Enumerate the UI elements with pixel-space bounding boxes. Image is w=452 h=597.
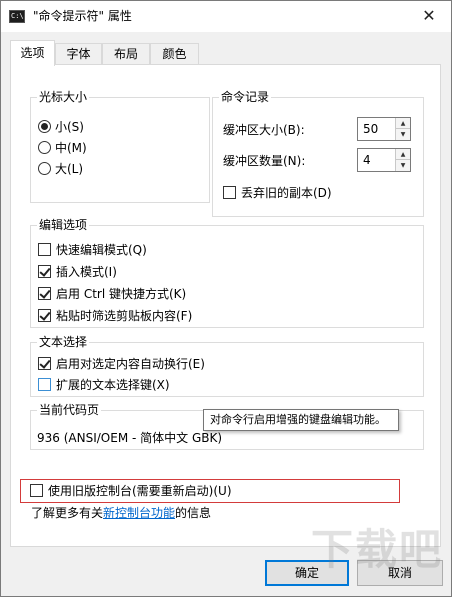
learn-more-text: 了解更多有关新控制台功能的信息	[31, 505, 211, 521]
legacy-console-label: 使用旧版控制台(需要重新启动)(U)	[48, 484, 232, 498]
text-selection-group: 文本选择 启用对选定内容自动换行(E) 扩展的文本选择键(X)	[30, 334, 424, 397]
legacy-console-box[interactable]	[30, 484, 43, 497]
discard-duplicates-label: 丢弃旧的副本(D)	[241, 186, 332, 200]
title-bar[interactable]: "命令提示符" 属性 ✕	[1, 1, 451, 32]
options-tab-panel: 光标大小 小(S) 中(M) 大(L) 命令记录 缓冲区大小(B): 50 ▲ …	[10, 64, 441, 547]
radio-small-indicator[interactable]	[38, 120, 51, 133]
legacy-console-checkbox[interactable]: 使用旧版控制台(需要重新启动)(U)	[30, 482, 232, 500]
extended-selection-label: 扩展的文本选择键(X)	[56, 378, 170, 392]
properties-dialog: "命令提示符" 属性 ✕ 选项 字体 布局 颜色 光标大小 小(S) 中(M) …	[0, 0, 452, 597]
edit-options-label: 编辑选项	[37, 217, 90, 233]
cursor-size-label: 光标大小	[37, 89, 90, 105]
cursor-size-group: 光标大小 小(S) 中(M) 大(L)	[30, 89, 210, 203]
radio-large-label: 大(L)	[55, 162, 84, 176]
learn-more-suffix: 的信息	[175, 506, 212, 520]
ctrl-shortcuts-checkbox[interactable]: 启用 Ctrl 键快捷方式(K)	[38, 285, 186, 303]
new-console-features-link[interactable]: 新控制台功能	[103, 506, 175, 520]
edit-options-group: 编辑选项 快速编辑模式(Q) 插入模式(I) 启用 Ctrl 键快捷方式(K) …	[30, 217, 424, 328]
text-selection-label: 文本选择	[37, 334, 90, 350]
dialog-body: 选项 字体 布局 颜色 光标大小 小(S) 中(M) 大(L) 命令记录 缓冲区…	[1, 32, 451, 596]
tooltip: 对命令行启用增强的键盘编辑功能。	[203, 409, 399, 431]
buffer-size-up-arrow-icon[interactable]: ▲	[396, 118, 410, 129]
command-history-label: 命令记录	[219, 89, 272, 105]
quick-edit-checkbox[interactable]: 快速编辑模式(Q)	[38, 241, 147, 259]
buffer-size-value[interactable]: 50	[363, 121, 378, 137]
window-title: "命令提示符" 属性	[33, 9, 132, 23]
radio-medium-label: 中(M)	[55, 141, 87, 155]
insert-mode-box[interactable]	[38, 265, 51, 278]
radio-large-indicator[interactable]	[38, 162, 51, 175]
buffer-count-label: 缓冲区数量(N):	[223, 154, 306, 168]
tab-options[interactable]: 选项	[10, 40, 55, 66]
insert-mode-checkbox[interactable]: 插入模式(I)	[38, 263, 117, 281]
buffer-count-value[interactable]: 4	[363, 152, 371, 168]
tab-layout[interactable]: 布局	[102, 43, 150, 65]
buffer-size-label: 缓冲区大小(B):	[223, 123, 305, 137]
radio-large[interactable]: 大(L)	[38, 160, 83, 178]
buffer-size-spin-buttons: ▲ ▼	[395, 118, 410, 140]
extended-selection-checkbox[interactable]: 扩展的文本选择键(X)	[38, 376, 170, 394]
radio-medium-indicator[interactable]	[38, 141, 51, 154]
ctrl-shortcuts-label: 启用 Ctrl 键快捷方式(K)	[56, 287, 187, 301]
insert-mode-label: 插入模式(I)	[56, 265, 117, 279]
ok-button[interactable]: 确定	[265, 560, 349, 586]
learn-more-prefix: 了解更多有关	[31, 506, 104, 520]
legacy-console-highlight: 使用旧版控制台(需要重新启动)(U)	[20, 479, 400, 503]
cancel-button[interactable]: 取消	[357, 560, 443, 586]
console-app-icon	[9, 10, 25, 23]
buffer-count-up-arrow-icon[interactable]: ▲	[396, 149, 410, 160]
radio-medium[interactable]: 中(M)	[38, 139, 87, 157]
tab-font[interactable]: 字体	[55, 43, 102, 65]
command-history-group: 命令记录 缓冲区大小(B): 50 ▲ ▼ 缓冲区数量(N): 4 ▲ ▼ 丢弃…	[212, 89, 424, 217]
line-wrap-selection-box[interactable]	[38, 357, 51, 370]
buffer-count-down-arrow-icon[interactable]: ▼	[396, 160, 410, 171]
extended-selection-box[interactable]	[38, 378, 51, 391]
line-wrap-selection-checkbox[interactable]: 启用对选定内容自动换行(E)	[38, 355, 205, 373]
codepage-label: 当前代码页	[37, 402, 102, 418]
discard-duplicates-checkbox[interactable]: 丢弃旧的副本(D)	[223, 184, 332, 202]
close-button[interactable]: ✕	[407, 1, 451, 31]
ctrl-shortcuts-box[interactable]	[38, 287, 51, 300]
radio-small-label: 小(S)	[55, 120, 84, 134]
filter-paste-box[interactable]	[38, 309, 51, 322]
line-wrap-selection-label: 启用对选定内容自动换行(E)	[56, 357, 205, 371]
quick-edit-label: 快速编辑模式(Q)	[56, 243, 147, 257]
discard-duplicates-box[interactable]	[223, 186, 236, 199]
codepage-value: 936 (ANSI/OEM - 简体中文 GBK)	[37, 431, 223, 445]
filter-paste-label: 粘贴时筛选剪贴板内容(F)	[56, 309, 193, 323]
buffer-count-stepper[interactable]: 4 ▲ ▼	[357, 148, 411, 172]
buffer-count-spin-buttons: ▲ ▼	[395, 149, 410, 171]
buffer-size-down-arrow-icon[interactable]: ▼	[396, 129, 410, 140]
buffer-size-stepper[interactable]: 50 ▲ ▼	[357, 117, 411, 141]
tab-colors[interactable]: 颜色	[150, 43, 199, 65]
filter-paste-checkbox[interactable]: 粘贴时筛选剪贴板内容(F)	[38, 307, 192, 325]
quick-edit-box[interactable]	[38, 243, 51, 256]
radio-small[interactable]: 小(S)	[38, 118, 84, 136]
